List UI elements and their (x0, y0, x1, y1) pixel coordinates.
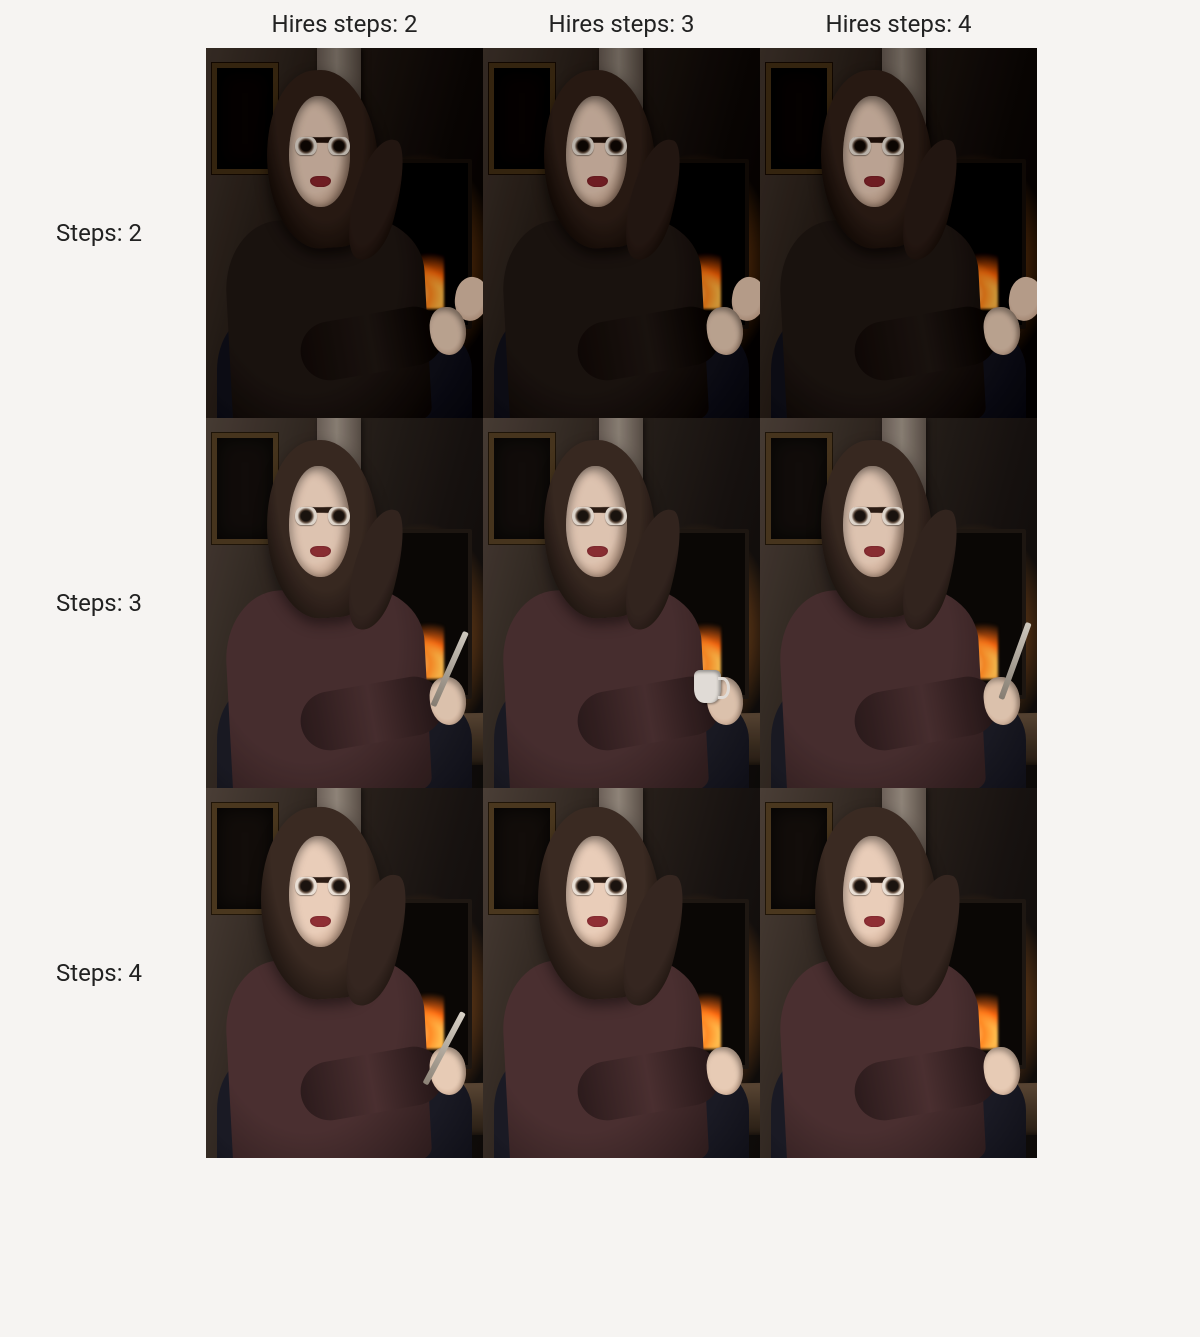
figure (483, 418, 760, 788)
eyes (572, 877, 627, 896)
figure (760, 48, 1037, 418)
eyes (849, 137, 904, 156)
grid-cell-r1c2 (483, 48, 760, 418)
row-header-2: Steps: 3 (0, 418, 206, 788)
figure (206, 418, 483, 788)
portrait-scene (483, 48, 760, 418)
grid-corner (0, 0, 206, 48)
grid-cell-r1c1 (206, 48, 483, 418)
xy-grid: Hires steps: 2 Hires steps: 3 Hires step… (0, 0, 1037, 1158)
portrait-scene (483, 788, 760, 1158)
eyes (849, 877, 904, 896)
portrait-scene (760, 48, 1037, 418)
row-header-3: Steps: 4 (0, 788, 206, 1158)
figure (760, 788, 1037, 1158)
eyes (295, 137, 350, 156)
teacup-icon (694, 670, 722, 703)
col-header-2: Hires steps: 3 (483, 0, 760, 48)
figure (760, 418, 1037, 788)
grid-cell-r2c3 (760, 418, 1037, 788)
eyes (849, 507, 904, 526)
figure (483, 48, 760, 418)
grid-cell-r3c2 (483, 788, 760, 1158)
row-header-1: Steps: 2 (0, 48, 206, 418)
portrait-scene (206, 788, 483, 1158)
eyes (572, 507, 627, 526)
grid-cell-r2c1 (206, 418, 483, 788)
figure (206, 48, 483, 418)
grid-cell-r1c3 (760, 48, 1037, 418)
grid-cell-r3c3 (760, 788, 1037, 1158)
grid-cell-r2c2 (483, 418, 760, 788)
eyes (295, 507, 350, 526)
portrait-scene (206, 418, 483, 788)
grid-cell-r3c1 (206, 788, 483, 1158)
col-header-1: Hires steps: 2 (206, 0, 483, 48)
portrait-scene (760, 788, 1037, 1158)
figure (206, 788, 483, 1158)
figure (483, 788, 760, 1158)
eyes (572, 137, 627, 156)
col-header-3: Hires steps: 4 (760, 0, 1037, 48)
eyes (295, 877, 350, 896)
portrait-scene (760, 418, 1037, 788)
portrait-scene (206, 48, 483, 418)
portrait-scene (483, 418, 760, 788)
